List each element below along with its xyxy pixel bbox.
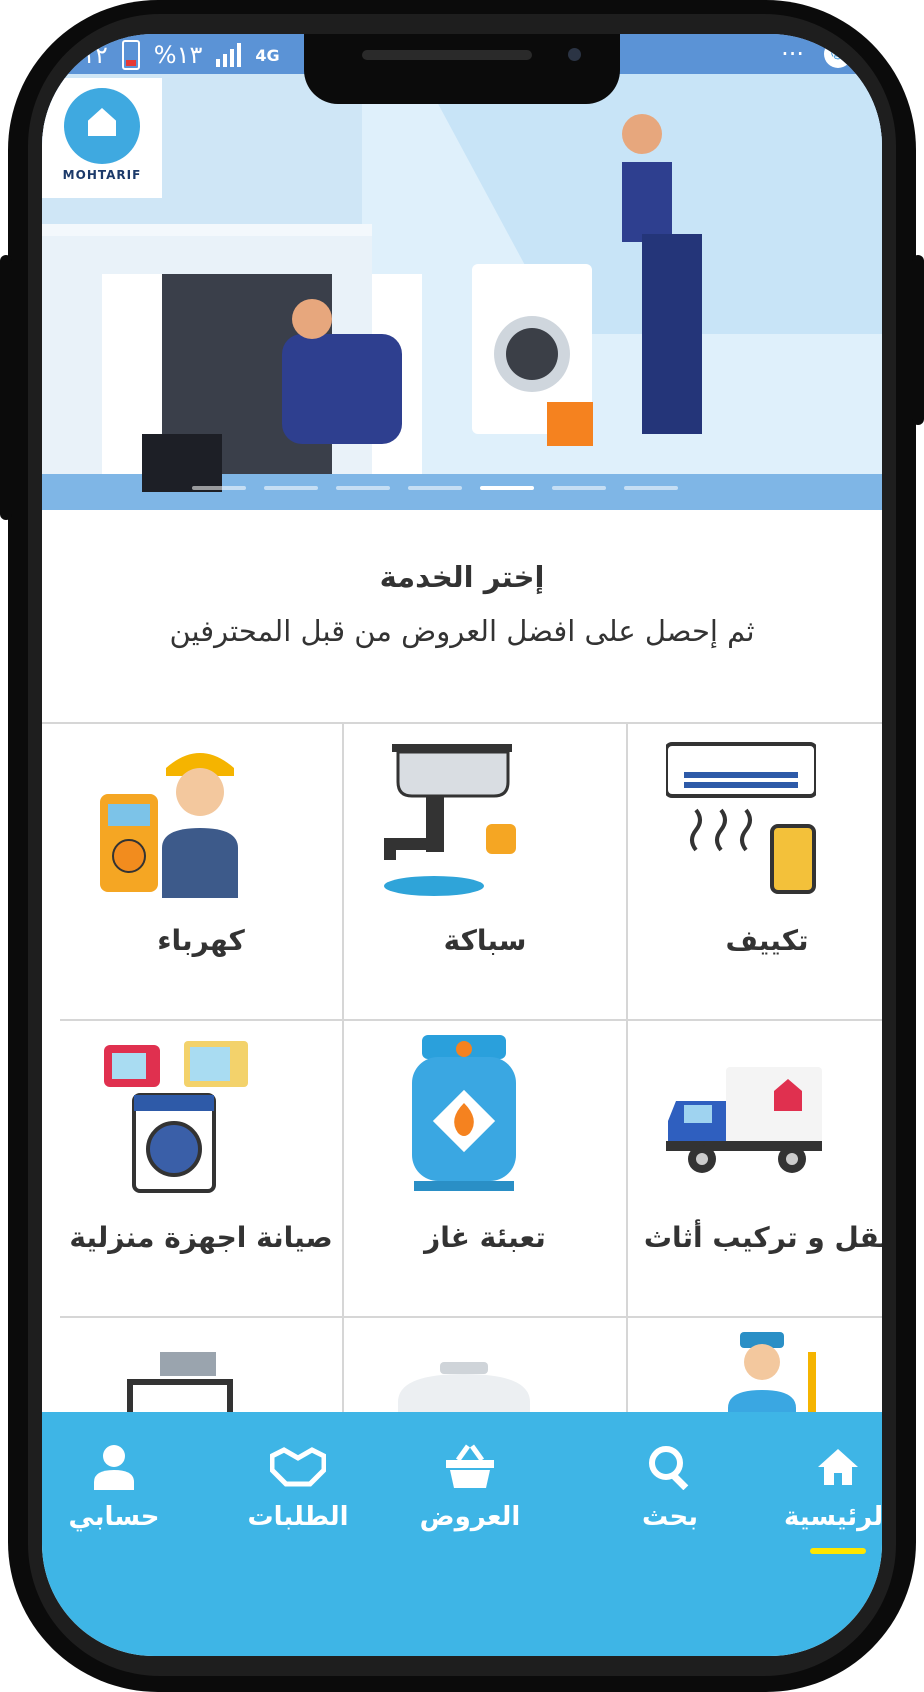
nav-offers[interactable]: العروض	[386, 1438, 554, 1532]
slider-dot[interactable]	[408, 486, 462, 490]
user-icon	[42, 1438, 198, 1496]
service-card-gas[interactable]: تعبئة غاز	[344, 1021, 628, 1318]
status-right: ··· ✆	[781, 40, 852, 68]
machine-icon	[110, 1352, 250, 1424]
volume-button	[0, 255, 12, 520]
nav-home[interactable]: الرئيسية	[754, 1438, 882, 1554]
page-title: إختر الخدمة	[379, 560, 545, 594]
service-label: تعبئة غاز	[424, 1221, 546, 1254]
active-indicator	[810, 1548, 866, 1554]
worker-icon	[728, 1332, 816, 1424]
nav-orders[interactable]: الطلبات	[214, 1438, 382, 1532]
call-icon: ✆	[824, 40, 852, 68]
services-grid: تكييف سباكة كهرباء نقل و تركيب أثاث تعبئ…	[42, 722, 882, 1424]
service-card-row3-2[interactable]	[344, 1318, 628, 1424]
home-icon	[754, 1438, 882, 1496]
signal-icon	[216, 43, 242, 67]
overflow-dots: ···	[781, 40, 804, 68]
service-label: صيانة اجهزة منزلية	[69, 1221, 333, 1254]
moving-truck-icon	[666, 1067, 822, 1173]
hero-illustration	[42, 34, 882, 510]
notch	[304, 34, 620, 104]
bottom-nav: الرئيسية بحث العروض الطلبات حسابي	[42, 1412, 882, 1656]
plumbing-sink-icon	[384, 744, 516, 896]
battery-icon	[121, 40, 140, 70]
basket-icon	[386, 1438, 554, 1496]
network-type: 4G	[255, 45, 280, 65]
page-subtitle: ثم إحصل على افضل العروض من قبل المحترفين	[169, 614, 755, 648]
gas-cylinder-icon	[412, 1035, 516, 1191]
service-label: كهرباء	[157, 924, 245, 957]
slider-dot[interactable]	[552, 486, 606, 490]
app-screen: MOHTARIF ١٢ %١٣ 4G ··· ✆ إختر الخدمة ثم …	[42, 34, 882, 1656]
slider-dot[interactable]	[192, 486, 246, 490]
service-card-ac[interactable]: تكييف	[626, 724, 882, 1021]
power-button	[912, 255, 924, 425]
services-header: إختر الخدمة ثم إحصل على افضل العروض من ق…	[42, 510, 882, 722]
slider-dots	[192, 486, 678, 490]
speaker	[362, 50, 532, 60]
service-card-row3-1[interactable]	[626, 1318, 882, 1424]
brand-logo: MOHTARIF	[42, 78, 162, 198]
nav-label: الرئيسية	[783, 1502, 882, 1532]
hero-banner[interactable]: MOHTARIF	[42, 34, 882, 510]
slider-dot[interactable]	[480, 486, 534, 490]
slider-dot[interactable]	[336, 486, 390, 490]
status-left: ١٢ %١٣ 4G	[82, 40, 280, 70]
handshake-icon	[214, 1438, 382, 1496]
air-conditioner-icon	[666, 742, 816, 894]
slider-dot[interactable]	[264, 486, 318, 490]
status-time: ١٢	[82, 41, 108, 69]
logo-text: MOHTARIF	[62, 168, 142, 182]
service-card-moving[interactable]: نقل و تركيب أثاث	[626, 1021, 882, 1318]
water-tank-icon	[398, 1362, 530, 1424]
service-label: تكييف	[725, 924, 809, 957]
electrician-icon	[100, 753, 238, 898]
slider-dot[interactable]	[624, 486, 678, 490]
front-camera	[568, 48, 581, 61]
service-card-appliances[interactable]: صيانة اجهزة منزلية	[60, 1021, 344, 1318]
service-card-plumbing[interactable]: سباكة	[344, 724, 628, 1021]
nav-account[interactable]: حسابي	[42, 1438, 198, 1532]
nav-label: الطلبات	[247, 1502, 349, 1532]
nav-label: العروض	[419, 1502, 521, 1532]
nav-label: بحث	[641, 1502, 699, 1532]
nav-label: حسابي	[68, 1502, 160, 1532]
service-card-row3-3[interactable]	[60, 1318, 344, 1424]
service-label: نقل و تركيب أثاث	[643, 1221, 882, 1254]
service-label: سباكة	[443, 924, 527, 957]
nav-search[interactable]: بحث	[586, 1438, 754, 1532]
search-icon	[586, 1438, 754, 1496]
home-appliances-icon	[104, 1041, 248, 1193]
battery-percent: %١٣	[153, 41, 203, 69]
service-card-electricity[interactable]: كهرباء	[60, 724, 344, 1021]
